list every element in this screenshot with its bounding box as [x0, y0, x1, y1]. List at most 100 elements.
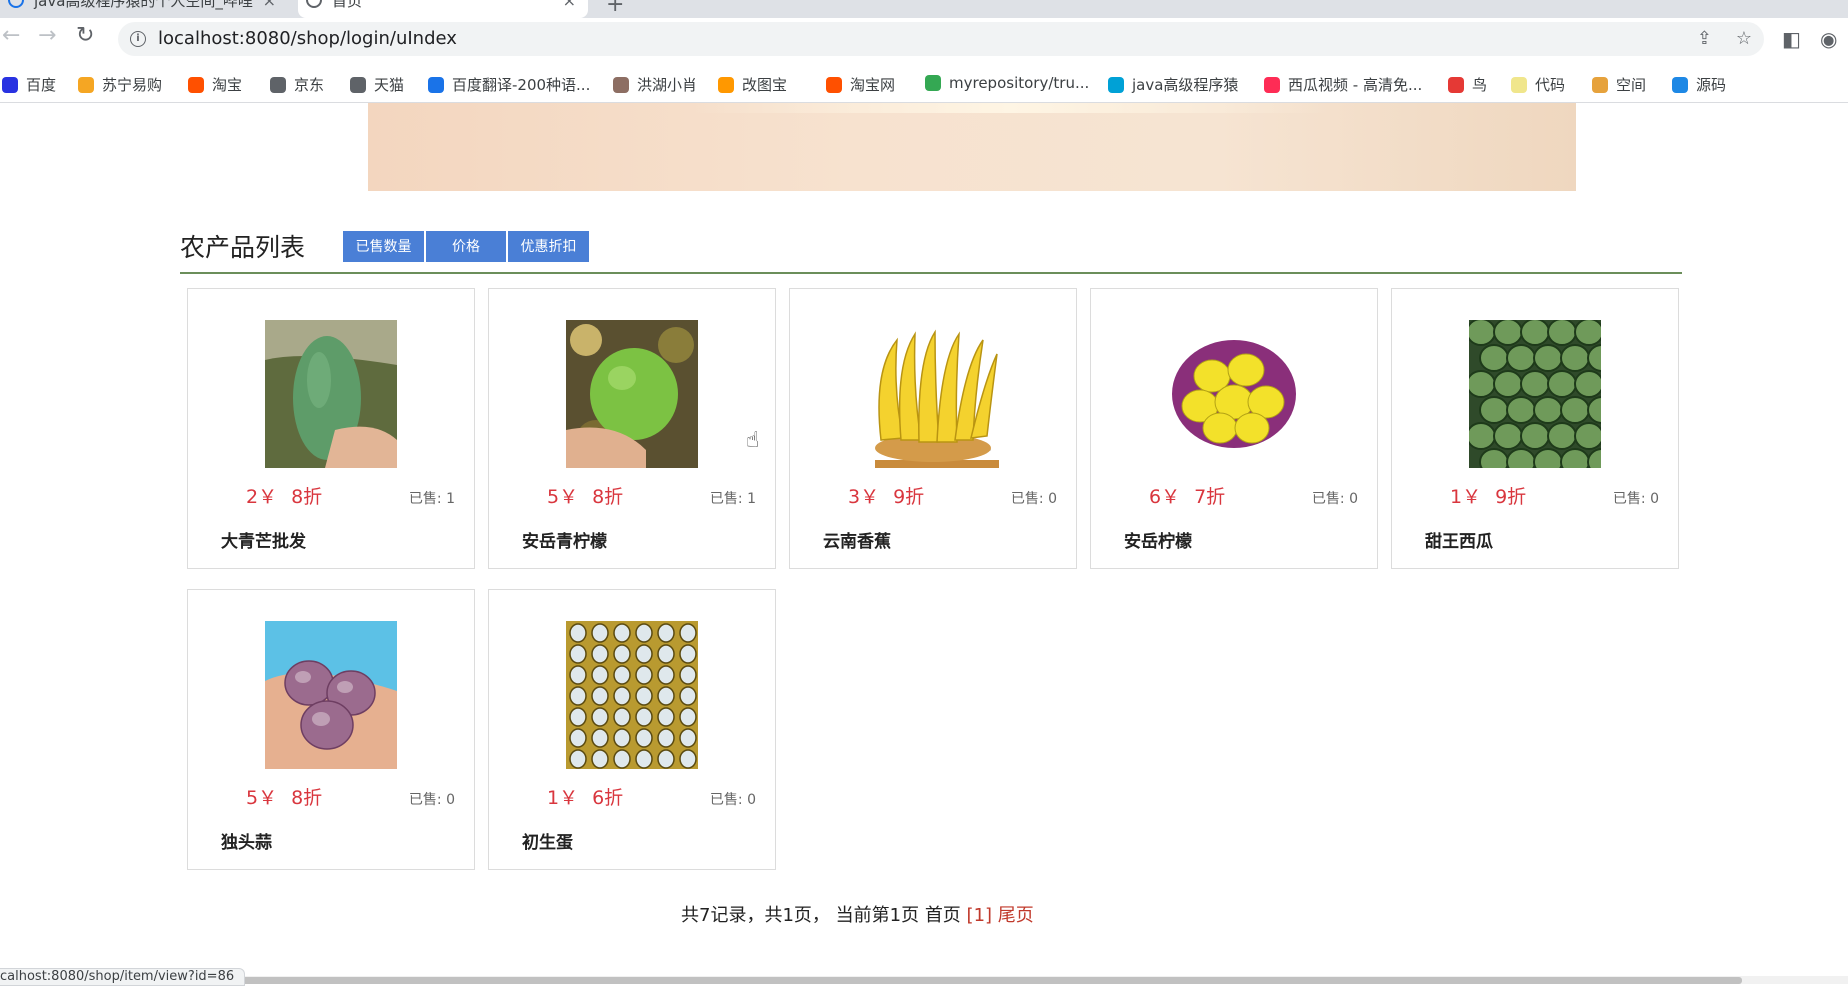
- tab-home[interactable]: 首页 ×: [298, 0, 588, 18]
- forward-arrow-icon[interactable]: →: [38, 23, 56, 48]
- product-price: 3￥ 9折: [848, 482, 924, 509]
- pagination: 共7记录，共1页， 当前第1页 首页 [1] 尾页: [681, 901, 1034, 927]
- pagination-summary: 共7记录，共1页， 当前第1页: [681, 905, 920, 926]
- bookmark-item[interactable]: 百度: [2, 74, 56, 95]
- sold-count: 已售: 0: [1612, 491, 1659, 507]
- code-icon: [1511, 76, 1527, 93]
- bookmark-item[interactable]: 鸟: [1448, 74, 1487, 95]
- bookmark-item[interactable]: 改图宝: [718, 74, 787, 95]
- product-image[interactable]: [566, 320, 698, 468]
- bookmark-item[interactable]: java高级程序猿: [1108, 74, 1238, 95]
- product-card[interactable]: 5￥ 8折 已售: 1 安岳青柠檬: [488, 288, 776, 569]
- product-card[interactable]: 1￥ 6折 已售: 0 初生蛋: [488, 589, 776, 870]
- sold-count: 已售: 0: [408, 792, 455, 808]
- globe-icon: [350, 76, 366, 93]
- bookmark-item[interactable]: 代码: [1511, 74, 1565, 95]
- bookmark-item[interactable]: 苏宁易购: [78, 74, 162, 95]
- back-arrow-icon[interactable]: ←: [2, 23, 20, 48]
- price-value: 1￥: [1450, 486, 1482, 508]
- product-image[interactable]: [1469, 320, 1601, 468]
- product-price: 5￥ 8折: [246, 783, 322, 810]
- horizontal-scrollbar-thumb[interactable]: [0, 977, 1742, 984]
- product-image[interactable]: [265, 621, 397, 769]
- discount-value: 9折: [1495, 486, 1527, 508]
- chrome-icon: [925, 75, 941, 91]
- price-value: 3￥: [848, 486, 880, 508]
- product-image[interactable]: [265, 320, 397, 468]
- url-text[interactable]: localhost:8080/shop/login/uIndex: [158, 28, 457, 49]
- globe-icon: [270, 76, 286, 93]
- new-tab-button[interactable]: +: [606, 0, 624, 17]
- bookmark-item[interactable]: 淘宝: [188, 74, 242, 95]
- discount-value: 6折: [592, 787, 624, 809]
- sold-count: 已售: 0: [1311, 491, 1358, 507]
- product-image[interactable]: [1168, 320, 1300, 468]
- hero-banner: [368, 103, 1576, 191]
- bookmark-item[interactable]: 空间: [1592, 74, 1646, 95]
- reload-icon[interactable]: ↻: [76, 23, 94, 48]
- bookmark-item[interactable]: 洪湖小肖: [613, 74, 697, 95]
- info-icon[interactable]: i: [130, 31, 146, 47]
- product-image[interactable]: [566, 621, 698, 769]
- taobao-icon: [188, 76, 204, 93]
- price-value: 5￥: [246, 787, 278, 809]
- product-card[interactable]: 2￥ 8折 已售: 1 大青芒批发: [187, 288, 475, 569]
- product-name[interactable]: 大青芒批发: [221, 527, 306, 552]
- sort-by-price-button[interactable]: 价格: [426, 231, 506, 262]
- bookmark-item[interactable]: 百度翻译-200种语...: [428, 74, 590, 95]
- suning-icon: [78, 76, 94, 93]
- product-name[interactable]: 独头蒜: [221, 828, 272, 853]
- bookmark-label: 百度翻译-200种语...: [452, 76, 591, 94]
- discount-value: 8折: [592, 486, 624, 508]
- section-divider: [180, 272, 1682, 274]
- bookmark-item[interactable]: 淘宝网: [826, 74, 895, 95]
- sold-count: 已售: 1: [408, 491, 455, 507]
- product-card[interactable]: 3￥ 9折 已售: 0 云南香蕉: [789, 288, 1077, 569]
- bookmark-item[interactable]: 源码: [1672, 74, 1726, 95]
- close-icon[interactable]: ×: [263, 0, 276, 9]
- product-name[interactable]: 安岳柠檬: [1124, 527, 1192, 552]
- sort-button-group: 已售数量 价格 优惠折扣: [343, 231, 589, 262]
- bookmark-label: 苏宁易购: [102, 76, 163, 94]
- xigua-icon: [1264, 76, 1280, 93]
- product-card[interactable]: 6￥ 7折 已售: 0 安岳柠檬: [1090, 288, 1378, 569]
- translate-icon: [428, 76, 444, 93]
- first-page-link[interactable]: 首页: [925, 905, 961, 926]
- bookmark-item[interactable]: 西瓜视频 - 高清免...: [1264, 74, 1422, 95]
- product-image[interactable]: [867, 320, 999, 468]
- last-page-link[interactable]: 尾页: [998, 905, 1034, 926]
- bilibili-icon: [1108, 76, 1124, 93]
- side-panel-icon[interactable]: ◧: [1782, 27, 1801, 51]
- product-name[interactable]: 云南香蕉: [823, 527, 891, 552]
- fish-icon: [1672, 76, 1688, 93]
- product-name[interactable]: 甜王西瓜: [1425, 527, 1493, 552]
- product-price: 2￥ 8折: [246, 482, 322, 509]
- product-name[interactable]: 初生蛋: [522, 828, 573, 853]
- address-bar[interactable]: i localhost:8080/shop/login/uIndex ⇪ ☆: [118, 22, 1764, 56]
- bilibili-icon: [8, 0, 24, 8]
- sold-count: 已售: 1: [709, 491, 756, 507]
- hand-cursor-icon: ☝: [746, 428, 760, 453]
- sort-by-discount-button[interactable]: 优惠折扣: [508, 231, 589, 262]
- close-icon[interactable]: ×: [563, 0, 576, 9]
- price-value: 2￥: [246, 486, 278, 508]
- qzone-icon: [1592, 76, 1608, 93]
- product-card[interactable]: 5￥ 8折 已售: 0 独头蒜: [187, 589, 475, 870]
- sort-by-sold-button[interactable]: 已售数量: [343, 231, 424, 262]
- product-card[interactable]: 1￥ 9折 已售: 0 甜王西瓜: [1391, 288, 1679, 569]
- product-name[interactable]: 安岳青柠檬: [522, 527, 607, 552]
- hand-icon: [613, 76, 629, 93]
- bookmark-item[interactable]: 京东: [270, 74, 324, 95]
- bookmark-item[interactable]: myrepository/tru...: [925, 74, 1089, 92]
- bookmark-label: myrepository/tru...: [949, 74, 1090, 92]
- share-icon[interactable]: ⇪: [1697, 28, 1712, 49]
- bookmark-label: 鸟: [1472, 76, 1488, 94]
- tab-label: java高级程序猿的个人空间_哔哩: [34, 0, 253, 10]
- bookmarks-bar: 百度 苏宁易购 淘宝 京东 天猫 百度翻译-200种语... 洪湖小肖 改图宝 淘宝网 myrep…: [0, 64, 1848, 103]
- product-price: 5￥ 8折: [547, 482, 623, 509]
- current-page-link[interactable]: [1]: [967, 905, 993, 926]
- tab-bilibili[interactable]: java高级程序猿的个人空间_哔哩 ×: [0, 0, 288, 18]
- bookmark-star-icon[interactable]: ☆: [1736, 28, 1752, 49]
- profile-icon[interactable]: ◉: [1820, 27, 1837, 51]
- bookmark-item[interactable]: 天猫: [350, 74, 404, 95]
